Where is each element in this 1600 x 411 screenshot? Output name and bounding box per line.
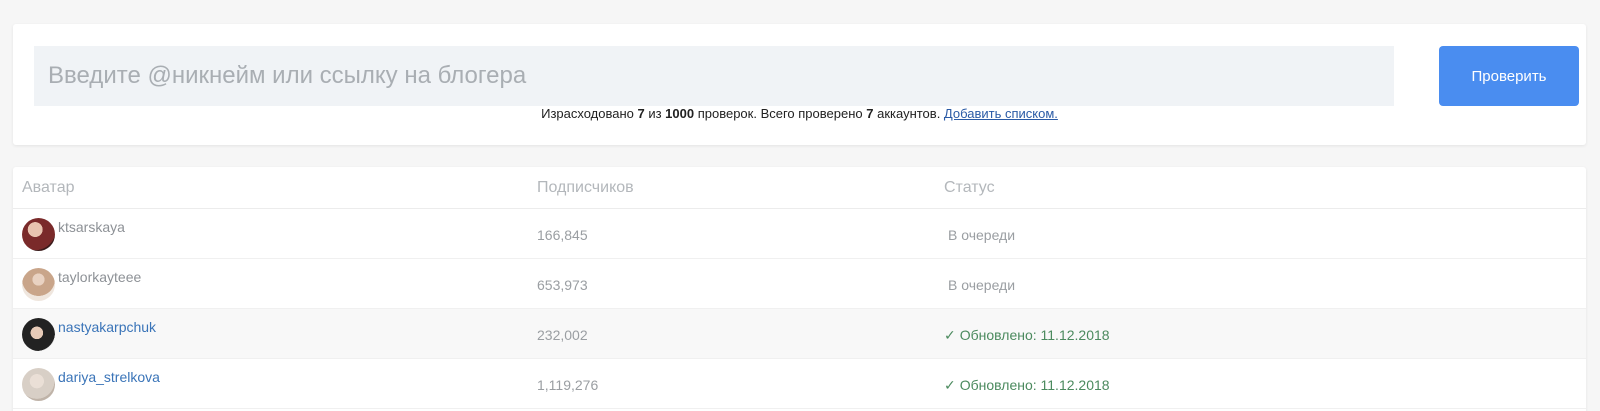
account-cell: taylorkayteee bbox=[22, 267, 141, 301]
usage-mid2: проверок. Всего проверено bbox=[694, 106, 867, 121]
search-input[interactable] bbox=[34, 46, 1394, 106]
status-text: В очереди bbox=[948, 227, 1016, 243]
username: ktsarskaya bbox=[58, 219, 125, 235]
usage-used-count: 7 bbox=[637, 106, 645, 121]
subscriber-count: 653,973 bbox=[537, 277, 588, 293]
avatar bbox=[22, 318, 55, 351]
subscriber-count: 166,845 bbox=[537, 227, 588, 243]
account-cell: dariya_strelkova bbox=[22, 367, 160, 401]
add-list-link[interactable]: Добавить списком. bbox=[944, 106, 1058, 121]
search-card: Проверить Израсходовано 7 из 1000 провер… bbox=[13, 24, 1586, 145]
table-row: dariya_strelkova 1,119,276 ✓ Обновлено: 1… bbox=[13, 359, 1586, 409]
header-subscribers: Подписчиков bbox=[537, 179, 634, 196]
usage-summary: Израсходовано 7 из 1000 проверок. Всего … bbox=[13, 106, 1586, 121]
check-icon: ✓ bbox=[944, 327, 956, 343]
status-text: Обновлено: 11.12.2018 bbox=[959, 327, 1110, 343]
status-text: Обновлено: 11.12.2018 bbox=[959, 377, 1110, 393]
username-link[interactable]: dariya_strelkova bbox=[58, 369, 160, 385]
status-cell: ✓ Обновлено: 11.12.2018 bbox=[944, 377, 1110, 394]
usage-limit-count: 1000 bbox=[665, 106, 695, 121]
accounts-table: Аватар Подписчиков Статус ktsarskaya 166… bbox=[13, 167, 1586, 411]
usage-prefix: Израсходовано bbox=[541, 106, 638, 121]
search-row: Проверить bbox=[34, 46, 1579, 106]
username: taylorkayteee bbox=[58, 269, 142, 285]
status-cell: ✓ Обновлено: 11.12.2018 bbox=[944, 327, 1110, 344]
table-row: ktsarskaya 166,845 В очереди bbox=[13, 209, 1586, 259]
usage-mid1: из bbox=[644, 106, 666, 121]
usage-suffix: аккаунтов. bbox=[873, 106, 944, 121]
header-status: Статус bbox=[944, 179, 995, 196]
subscriber-count: 232,002 bbox=[537, 327, 588, 343]
check-button[interactable]: Проверить bbox=[1439, 46, 1579, 106]
username-link[interactable]: nastyakarpchuk bbox=[58, 319, 156, 335]
avatar bbox=[22, 218, 55, 251]
avatar bbox=[22, 268, 55, 301]
table-row: taylorkayteee 653,973 В очереди bbox=[13, 259, 1586, 309]
account-cell: ktsarskaya bbox=[22, 217, 125, 251]
check-icon: ✓ bbox=[944, 377, 956, 393]
table-row: nastyakarpchuk 232,002 ✓ Обновлено: 11.12… bbox=[13, 309, 1586, 359]
account-cell: nastyakarpchuk bbox=[22, 317, 156, 351]
header-avatar: Аватар bbox=[22, 179, 75, 196]
subscriber-count: 1,119,276 bbox=[537, 377, 599, 393]
table-header: Аватар Подписчиков Статус bbox=[13, 167, 1586, 209]
avatar bbox=[22, 368, 55, 401]
status-text: В очереди bbox=[948, 277, 1016, 293]
